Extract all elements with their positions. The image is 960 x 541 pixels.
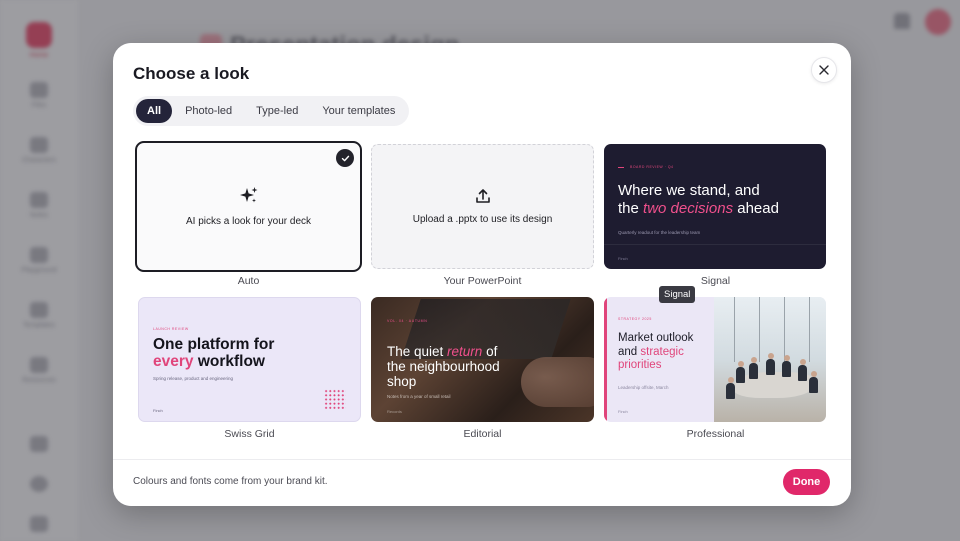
editorial-kicker: VOL. 04 · AUTUMN [387,319,428,323]
caption-signal: Signal [700,275,731,287]
choose-look-dialog: Choose a look All Photo-led Type-led You… [113,43,851,506]
swiss-subtitle: Spring release, product and engineering [153,376,234,381]
tab-photo-led[interactable]: Photo-led [174,99,243,123]
professional-subtitle: Leadership offsite, March [618,385,669,390]
caption-auto: Auto [237,275,260,287]
caption-swiss-grid: Swiss Grid [224,428,275,440]
auto-card-text: AI picks a look for your deck [185,216,312,227]
signal-divider [604,244,826,245]
tab-your-templates[interactable]: Your templates [311,99,406,123]
done-button[interactable]: Done [783,469,830,495]
option-powerpoint-card[interactable]: Upload a .pptx to use its design [371,144,594,269]
option-auto-card[interactable]: AI picks a look for your deck [135,141,362,272]
signal-kicker: BOARD REVIEW · Q4 [618,165,674,169]
professional-kicker: STRATEGY 2025 [618,317,652,321]
caption-powerpoint: Your PowerPoint [443,275,522,287]
swiss-footer: Finch [153,408,163,413]
signal-heading: Where we stand, and the two decisions ah… [618,182,779,217]
selected-check-icon [336,149,354,167]
option-swiss-grid-card[interactable]: LAUNCH REVIEW One platform for every wor… [138,297,361,422]
dot-grid-decoration [324,389,346,409]
professional-heading: Market outlook and strategic priorities [618,332,694,371]
swiss-kicker: LAUNCH REVIEW [153,327,189,331]
meeting-photo [714,297,826,422]
editorial-heading: The quiet return of the neighbourhood sh… [387,344,500,389]
caption-editorial: Editorial [463,428,502,440]
upload-icon [475,189,490,203]
powerpoint-card-text: Upload a .pptx to use its design [412,214,553,225]
tooltip: Signal [659,286,696,303]
close-button[interactable] [811,57,837,83]
option-editorial-card[interactable]: VOL. 04 · AUTUMN The quiet return of the… [371,297,594,422]
caption-professional: Professional [686,428,745,440]
sparkles-icon [239,187,257,203]
professional-footer: Finch [618,409,628,414]
option-signal-card[interactable]: BOARD REVIEW · Q4 Where we stand, and th… [604,144,826,269]
close-icon [819,65,829,75]
option-professional-card[interactable]: STRATEGY 2025 Market outlook and strateg… [604,297,826,422]
hands-photo-detail [521,357,594,407]
brand-kit-note: Colours and fonts come from your brand k… [133,476,328,487]
accent-bar [604,297,607,422]
tab-type-led[interactable]: Type-led [245,99,309,123]
editorial-footer: Records [387,409,402,414]
tab-all[interactable]: All [136,99,173,123]
signal-subtitle: Quarterly readout for the leadership tea… [618,230,701,235]
filter-tabs: All Photo-led Type-led Your templates [133,96,410,126]
signal-footer: Finch [618,256,628,261]
editorial-subtitle: Notes from a year of small retail [387,394,451,399]
dialog-title: Choose a look [133,64,250,83]
swiss-heading: One platform for every workflow [153,336,275,370]
dialog-footer: Colours and fonts come from your brand k… [113,459,851,506]
